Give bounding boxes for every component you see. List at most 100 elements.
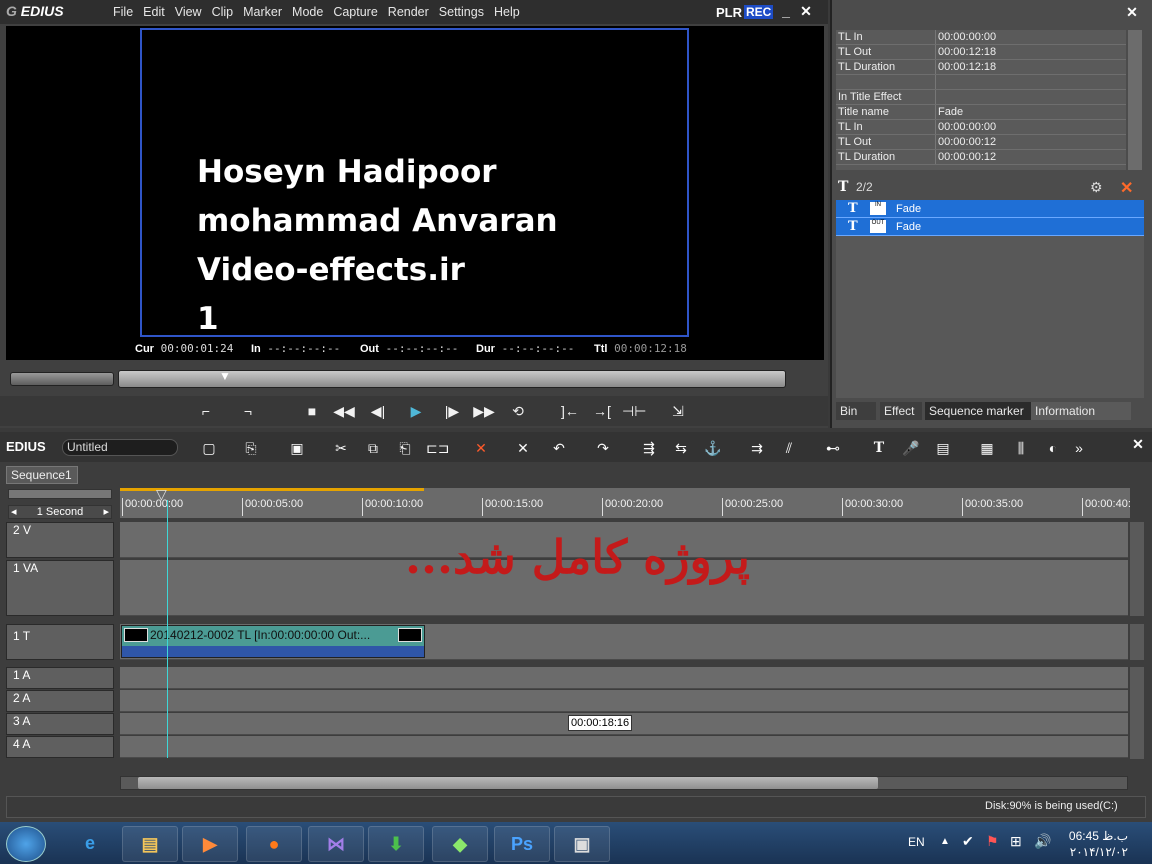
timeline-cursor-head-icon[interactable]: ▽	[156, 486, 167, 503]
split-icon[interactable]: ⊣⊢	[622, 400, 646, 422]
color-icon[interactable]: ◐	[1042, 438, 1064, 458]
file-explorer-icon[interactable]: ▤	[122, 826, 178, 862]
insert-mode-icon[interactable]: ⇉	[746, 438, 768, 458]
close-icon[interactable]: ✕	[1124, 4, 1140, 21]
menu-edit[interactable]: Edit	[138, 0, 170, 24]
tab-bin[interactable]: Bin	[836, 402, 876, 420]
loop-icon[interactable]: ⟲	[506, 400, 530, 422]
set-out-icon[interactable]: ¬	[236, 400, 260, 422]
tab-sequence-marker[interactable]: Sequence marker	[925, 402, 1031, 420]
language-indicator[interactable]: EN	[908, 835, 925, 849]
volume-icon[interactable]: 🔊	[1034, 833, 1051, 850]
menu-marker[interactable]: Marker	[238, 0, 287, 24]
step-forward-icon[interactable]: |▶	[440, 400, 464, 422]
menu-mode[interactable]: Mode	[287, 0, 328, 24]
start-button[interactable]	[6, 826, 46, 862]
redo-icon[interactable]: ↷	[592, 438, 614, 458]
delete-icon[interactable]: ✕	[1120, 178, 1133, 198]
open-icon[interactable]: ⎘	[240, 438, 262, 458]
firefox-icon[interactable]: ●	[246, 826, 302, 862]
new-sequence-icon[interactable]: ▢	[198, 438, 220, 458]
time-ruler[interactable]: 00:00:00:00 00:00:05:00 00:00:10:00 00:00:1…	[120, 488, 1131, 518]
close-icon[interactable]: ✕	[798, 3, 814, 20]
link-icon[interactable]: ⊷	[822, 438, 844, 458]
playhead-icon[interactable]: ▼	[219, 369, 231, 383]
network-icon[interactable]: ⊞	[1010, 833, 1022, 850]
download-manager-icon[interactable]: ⬇	[368, 826, 424, 862]
hscroll-thumb[interactable]	[138, 777, 878, 789]
rewind-icon[interactable]: ◀◀	[332, 400, 356, 422]
overwrite-icon[interactable]: →[	[590, 400, 614, 422]
photoshop-icon[interactable]: Ps	[494, 826, 550, 862]
track-lane-1a[interactable]	[120, 667, 1128, 689]
delete-icon[interactable]: ✕	[470, 438, 492, 458]
scale-selector[interactable]: ◂ 1 Second ▸	[8, 505, 112, 519]
clock[interactable]: 06:45 ب.ظ ۲۰۱۴/۱۲/۰۲	[1062, 828, 1128, 860]
set-in-out-icon[interactable]: ⇶	[638, 438, 660, 458]
timeline-cursor[interactable]	[167, 500, 168, 758]
cut-icon[interactable]: ✂	[330, 438, 352, 458]
track-header-1va[interactable]: 1 VA	[6, 560, 114, 616]
stop-icon[interactable]: ■	[300, 400, 324, 422]
trim-icon[interactable]: ⇆	[670, 438, 692, 458]
shuttle-slider[interactable]	[10, 372, 114, 386]
title-track-scrollbar[interactable]	[1130, 624, 1144, 660]
set-in-icon[interactable]: ⌐	[194, 400, 218, 422]
voiceover-icon[interactable]: 🎤	[900, 438, 922, 458]
scale-down-icon[interactable]: ◂	[11, 506, 17, 518]
internet-explorer-icon[interactable]: e	[62, 826, 118, 862]
play-icon[interactable]: ▶	[404, 400, 428, 422]
tab-information[interactable]: Information	[1031, 402, 1131, 420]
tray-app-icon[interactable]: ✔	[962, 833, 974, 850]
menu-capture[interactable]: Capture	[328, 0, 382, 24]
ripple-delete-icon[interactable]: ✕	[512, 438, 534, 458]
rec-mode-button[interactable]: REC	[744, 5, 774, 19]
audio-tracks-scrollbar[interactable]	[1130, 667, 1144, 759]
menu-file[interactable]: File	[108, 0, 138, 24]
track-header-2v[interactable]: 2 V	[6, 522, 114, 558]
position-scrubber[interactable]: ▼	[118, 369, 786, 388]
zoom-slider[interactable]	[8, 489, 112, 499]
video-tracks-scrollbar[interactable]	[1130, 522, 1144, 616]
track-header-3a[interactable]: 3 A	[6, 713, 114, 735]
track-header-4a[interactable]: 4 A	[6, 736, 114, 758]
track-lane-4a[interactable]	[120, 736, 1128, 758]
menu-clip[interactable]: Clip	[207, 0, 239, 24]
media-player-icon[interactable]: ▶	[182, 826, 238, 862]
menu-render[interactable]: Render	[383, 0, 434, 24]
insert-icon[interactable]: ]←	[558, 400, 582, 422]
title-icon[interactable]: T	[868, 438, 890, 458]
menu-view[interactable]: View	[170, 0, 207, 24]
effect-row[interactable]: T IN Fade	[836, 200, 1144, 218]
properties-icon[interactable]: ⚙	[1090, 179, 1103, 196]
close-icon[interactable]: ✕	[1130, 436, 1146, 453]
action-center-icon[interactable]: ⚑	[986, 833, 999, 850]
marker-icon[interactable]: ⫽	[778, 438, 800, 458]
edius-taskbar-icon[interactable]: ◆	[432, 826, 488, 862]
paste-icon[interactable]: ⎗	[394, 438, 416, 458]
replace-icon[interactable]: ⊏⊐	[426, 438, 449, 458]
effect-row[interactable]: T OUT Fade	[836, 218, 1144, 236]
tab-sequence1[interactable]: Sequence1	[6, 466, 78, 484]
audio-mixer-icon[interactable]: ⫼	[1010, 438, 1032, 458]
step-back-icon[interactable]: ◀|	[366, 400, 390, 422]
tray-expand-icon[interactable]: ▲	[940, 836, 950, 847]
app-icon[interactable]: ▣	[554, 826, 610, 862]
export-icon[interactable]: ⇲	[666, 400, 690, 422]
more-icon[interactable]: »	[1068, 438, 1090, 458]
fast-forward-icon[interactable]: ▶▶	[472, 400, 496, 422]
save-icon[interactable]: ▣	[286, 438, 308, 458]
menu-help[interactable]: Help	[489, 0, 525, 24]
track-lane-2a[interactable]	[120, 690, 1128, 712]
scale-up-icon[interactable]: ▸	[103, 506, 109, 518]
visual-studio-icon[interactable]: ⋈	[308, 826, 364, 862]
track-header-2a[interactable]: 2 A	[6, 690, 114, 712]
track-header-1a[interactable]: 1 A	[6, 667, 114, 689]
copy-icon[interactable]: ⧉	[362, 438, 384, 458]
multicam-icon[interactable]: ▦	[976, 438, 998, 458]
undo-icon[interactable]: ↶	[548, 438, 570, 458]
info-scrollbar[interactable]	[1128, 30, 1142, 170]
plr-mode-button[interactable]: PLR	[716, 5, 742, 20]
menu-settings[interactable]: Settings	[434, 0, 489, 24]
minimize-icon[interactable]: _	[778, 3, 794, 19]
